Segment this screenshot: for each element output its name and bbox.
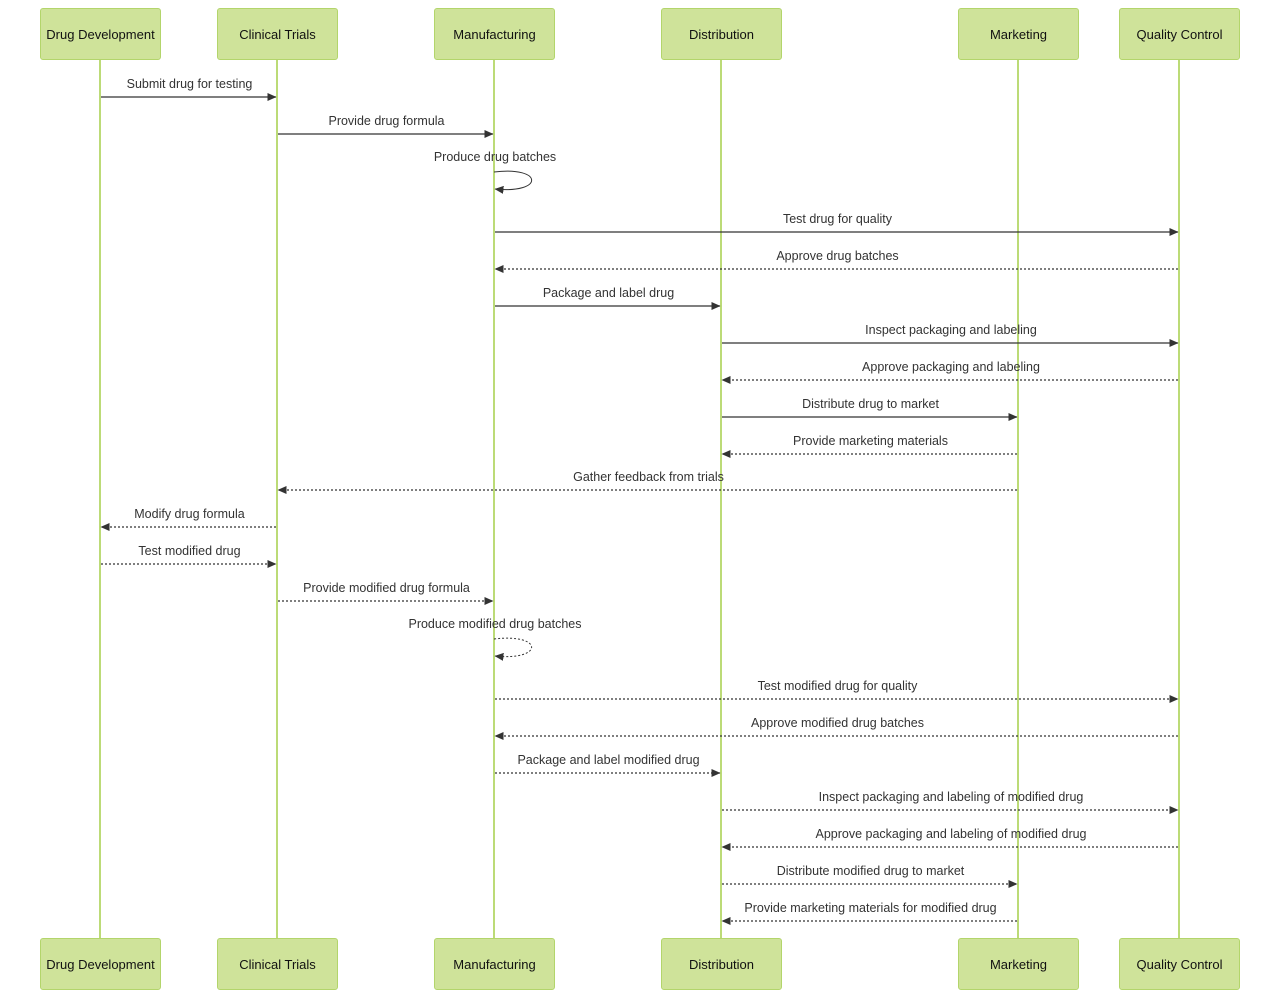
message-approve-packaging-and-labeling: Approve packaging and labeling <box>721 360 1178 384</box>
message-label: Produce modified drug batches <box>408 617 581 631</box>
message-label: Modify drug formula <box>134 507 245 521</box>
message-label: Test modified drug for quality <box>758 679 919 693</box>
message-label: Test modified drug <box>138 544 240 558</box>
message-provide-modified-drug-formula: Provide modified drug formula <box>278 581 494 605</box>
participant-bottom-drug-development: Drug Development <box>40 938 161 990</box>
message-label: Approve drug batches <box>776 249 898 263</box>
message-label: Produce drug batches <box>434 150 556 164</box>
message-label: Inspect packaging and labeling of modifi… <box>819 790 1084 804</box>
message-provide-drug-formula: Provide drug formula <box>278 114 494 138</box>
message-test-drug-for-quality: Test drug for quality <box>495 212 1179 236</box>
message-label: Provide modified drug formula <box>303 581 470 595</box>
message-distribute-drug-to-market: Distribute drug to market <box>722 397 1018 421</box>
message-label: Gather feedback from trials <box>573 470 724 484</box>
participant-top-clinical-trials: Clinical Trials <box>217 8 338 60</box>
message-label: Approve packaging and labeling <box>862 360 1040 374</box>
participant-top-marketing: Marketing <box>958 8 1079 60</box>
message-distribute-modified-drug-to-market: Distribute modified drug to market <box>722 864 1018 888</box>
message-inspect-packaging-and-labeling-of-modified-drug: Inspect packaging and labeling of modifi… <box>722 790 1179 814</box>
message-approve-drug-batches: Approve drug batches <box>494 249 1178 273</box>
participant-bottom-marketing: Marketing <box>958 938 1079 990</box>
message-modify-drug-formula: Modify drug formula <box>100 507 276 531</box>
message-label: Package and label drug <box>543 286 674 300</box>
message-label: Approve modified drug batches <box>751 716 924 730</box>
participant-top-quality-control: Quality Control <box>1119 8 1240 60</box>
self-arrow <box>493 637 533 661</box>
message-test-modified-drug: Test modified drug <box>101 544 277 568</box>
message-submit-drug-for-testing: Submit drug for testing <box>101 77 277 101</box>
message-label: Provide marketing materials for modified… <box>744 901 996 915</box>
participant-bottom-quality-control: Quality Control <box>1119 938 1240 990</box>
message-produce-modified-drug-batches: Produce modified drug batches <box>408 617 582 661</box>
self-arrow <box>493 170 533 194</box>
message-package-and-label-drug: Package and label drug <box>495 286 721 310</box>
message-label: Distribute modified drug to market <box>777 864 965 878</box>
message-provide-marketing-materials: Provide marketing materials <box>721 434 1017 458</box>
sequence-diagram: Submit drug for testing Provide drug form… <box>99 60 1180 938</box>
message-label: Inspect packaging and labeling <box>865 323 1037 337</box>
message-provide-marketing-materials-for-modified-drug: Provide marketing materials for modified… <box>721 901 1017 925</box>
message-approve-modified-drug-batches: Approve modified drug batches <box>494 716 1178 740</box>
message-produce-drug-batches: Produce drug batches <box>434 150 556 194</box>
participant-bottom-manufacturing: Manufacturing <box>434 938 555 990</box>
message-label: Submit drug for testing <box>127 77 253 91</box>
message-label: Approve packaging and labeling of modifi… <box>815 827 1086 841</box>
message-label: Package and label modified drug <box>517 753 699 767</box>
participant-bottom-distribution: Distribution <box>661 938 782 990</box>
message-label: Provide drug formula <box>328 114 444 128</box>
message-approve-packaging-and-labeling-of-modified-drug: Approve packaging and labeling of modifi… <box>721 827 1178 851</box>
message-label: Test drug for quality <box>783 212 893 226</box>
message-label: Distribute drug to market <box>802 397 939 411</box>
message-inspect-packaging-and-labeling: Inspect packaging and labeling <box>722 323 1179 347</box>
participant-bottom-clinical-trials: Clinical Trials <box>217 938 338 990</box>
message-package-and-label-modified-drug: Package and label modified drug <box>495 753 721 777</box>
message-label: Provide marketing materials <box>793 434 948 448</box>
participant-top-distribution: Distribution <box>661 8 782 60</box>
message-gather-feedback-from-trials: Gather feedback from trials <box>277 470 1017 494</box>
participant-top-drug-development: Drug Development <box>40 8 161 60</box>
participant-top-manufacturing: Manufacturing <box>434 8 555 60</box>
message-test-modified-drug-for-quality: Test modified drug for quality <box>495 679 1179 703</box>
